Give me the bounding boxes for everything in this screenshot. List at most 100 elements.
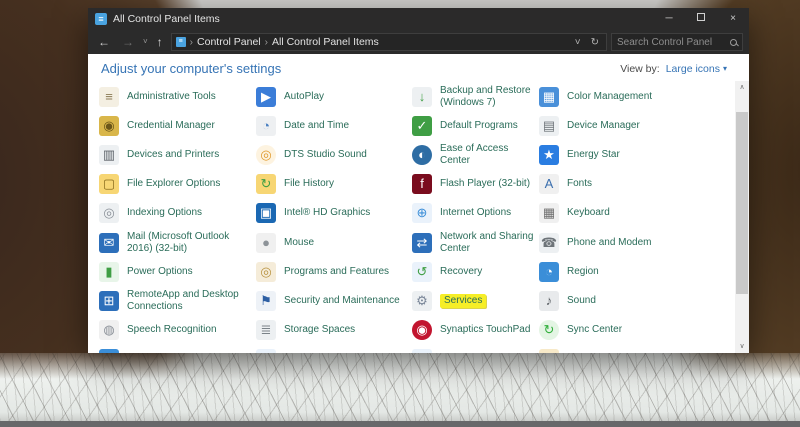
history-dropdown-icon[interactable]: ˅ — [142, 31, 149, 53]
breadcrumb-separator-icon: › — [190, 37, 193, 48]
item-administrative-tools[interactable]: ≡ Administrative Tools — [99, 82, 256, 111]
item-backup-and-restore-windows-7[interactable]: ↓ Backup and Restore (Windows 7) — [412, 82, 539, 111]
ease-of-access-center-icon: ◐ — [412, 145, 432, 165]
default-programs-icon: ✓ — [412, 116, 432, 136]
item-recovery[interactable]: ↺ Recovery — [412, 257, 539, 286]
address-dropdown-icon[interactable]: ˅ — [572, 37, 584, 48]
breadcrumb-all-items[interactable]: All Control Panel Items — [272, 36, 379, 48]
autoplay-label: AutoPlay — [284, 91, 324, 103]
item-credential-manager[interactable]: ◉ Credential Manager — [99, 111, 256, 140]
speech-recognition-label: Speech Recognition — [127, 324, 217, 336]
content-area: Adjust your computer's settings View by:… — [88, 54, 749, 353]
item-indexing-options[interactable]: ◎ Indexing Options — [99, 199, 256, 228]
item-remoteapp-and-desktop-connections[interactable]: ⊞ RemoteApp and Desktop Connections — [99, 286, 256, 315]
page-title: Adjust your computer's settings — [101, 61, 620, 76]
item-mail-microsoft-outlook-2016-32-bit[interactable]: ✉ Mail (Microsoft Outlook 2016) (32-bit) — [99, 228, 256, 257]
control-panel-icon: ≡ — [95, 13, 107, 25]
system-icon: ✓ — [99, 349, 119, 353]
taskbar-and-navigation-icon: ▭ — [256, 349, 276, 353]
item-power-options[interactable]: ▮ Power Options — [99, 257, 256, 286]
item-dts-studio-sound[interactable]: ◎ DTS Studio Sound — [256, 140, 412, 169]
file-explorer-options-icon: ▢ — [99, 174, 119, 194]
storage-spaces-icon: ≣ — [256, 320, 276, 340]
view-by-dropdown[interactable]: Large icons — [666, 63, 720, 75]
item-keyboard[interactable]: ▦ Keyboard — [539, 199, 733, 228]
search-box[interactable] — [611, 33, 743, 51]
item-default-programs[interactable]: ✓ Default Programs — [412, 111, 539, 140]
breadcrumb[interactable]: ≡ › Control Panel › All Control Panel It… — [171, 33, 607, 51]
item-device-manager[interactable]: ▤ Device Manager — [539, 111, 733, 140]
item-ease-of-access-center[interactable]: ◐ Ease of Access Center — [412, 140, 539, 169]
item-intel-hd-graphics[interactable]: ▣ Intel® HD Graphics — [256, 199, 412, 228]
item-mouse[interactable]: ● Mouse — [256, 228, 412, 257]
content-header: Adjust your computer's settings View by:… — [88, 54, 749, 80]
refresh-icon[interactable]: ↻ — [588, 37, 602, 48]
item-services[interactable]: ⚙ Services — [412, 286, 539, 315]
item-troubleshooting[interactable]: ▣ Troubleshooting — [412, 345, 539, 353]
item-flash-player-32-bit[interactable]: f Flash Player (32-bit) — [412, 170, 539, 199]
sound-icon: ♪ — [539, 291, 559, 311]
item-color-management[interactable]: ▦ Color Management — [539, 82, 733, 111]
address-bar: ← → ˅ ↑ ≡ › Control Panel › All Control … — [88, 30, 749, 54]
control-panel-window: ≡ All Control Panel Items ─ × ← → ˅ ↑ ≡ … — [88, 8, 749, 353]
item-storage-spaces[interactable]: ≣ Storage Spaces — [256, 316, 412, 345]
item-sync-center[interactable]: ↻ Sync Center — [539, 316, 733, 345]
window-title: All Control Panel Items — [113, 13, 653, 25]
scrollbar-thumb[interactable] — [736, 112, 748, 294]
item-system[interactable]: ✓ System — [99, 345, 256, 353]
item-file-explorer-options[interactable]: ▢ File Explorer Options — [99, 170, 256, 199]
scroll-down-icon[interactable]: ∨ — [739, 340, 744, 353]
back-icon[interactable]: ← — [94, 31, 114, 53]
close-button[interactable]: × — [717, 8, 749, 30]
forward-icon[interactable]: → — [118, 31, 138, 53]
file-explorer-options-label: File Explorer Options — [127, 178, 220, 190]
device-manager-icon: ▤ — [539, 116, 559, 136]
troubleshooting-icon: ▣ — [412, 349, 432, 353]
item-speech-recognition[interactable]: ◍ Speech Recognition — [99, 316, 256, 345]
backup-and-restore-windows-7-label: Backup and Restore (Windows 7) — [440, 85, 539, 109]
item-user-accounts[interactable]: ☻ User Accounts — [539, 345, 733, 353]
item-fonts[interactable]: A Fonts — [539, 170, 733, 199]
scrollbar-track[interactable] — [735, 94, 749, 340]
item-date-and-time[interactable]: ◔ Date and Time — [256, 111, 412, 140]
mouse-icon: ● — [256, 233, 276, 253]
item-internet-options[interactable]: ⊕ Internet Options — [412, 199, 539, 228]
minimize-button[interactable]: ─ — [653, 8, 685, 30]
keyboard-label: Keyboard — [567, 207, 610, 219]
item-region[interactable]: ◔ Region — [539, 257, 733, 286]
breadcrumb-control-panel[interactable]: Control Panel — [197, 36, 261, 48]
region-icon: ◔ — [539, 262, 559, 282]
synaptics-touchpad-icon: ◉ — [412, 320, 432, 340]
item-devices-and-printers[interactable]: ▥ Devices and Printers — [99, 140, 256, 169]
item-autoplay[interactable]: ▶ AutoPlay — [256, 82, 412, 111]
item-network-and-sharing-center[interactable]: ⇄ Network and Sharing Center — [412, 228, 539, 257]
date-and-time-icon: ◔ — [256, 116, 276, 136]
intel-hd-graphics-label: Intel® HD Graphics — [284, 207, 370, 219]
power-options-label: Power Options — [127, 266, 193, 278]
remoteapp-and-desktop-connections-label: RemoteApp and Desktop Connections — [127, 289, 256, 313]
sound-label: Sound — [567, 295, 596, 307]
item-phone-and-modem[interactable]: ☎ Phone and Modem — [539, 228, 733, 257]
item-sound[interactable]: ♪ Sound — [539, 286, 733, 315]
item-file-history[interactable]: ↻ File History — [256, 170, 412, 199]
internet-options-label: Internet Options — [440, 207, 511, 219]
vertical-scrollbar[interactable]: ∧ ∨ — [735, 81, 749, 353]
credential-manager-label: Credential Manager — [127, 120, 215, 132]
item-energy-star[interactable]: ★ Energy Star — [539, 140, 733, 169]
recovery-icon: ↺ — [412, 262, 432, 282]
up-icon[interactable]: ↑ — [153, 31, 167, 53]
item-taskbar-and-navigation[interactable]: ▭ Taskbar and Navigation — [256, 345, 412, 353]
search-input[interactable] — [617, 37, 726, 48]
item-programs-and-features[interactable]: ◎ Programs and Features — [256, 257, 412, 286]
scroll-up-icon[interactable]: ∧ — [739, 81, 744, 94]
maximize-button[interactable] — [685, 8, 717, 30]
item-security-and-maintenance[interactable]: ⚑ Security and Maintenance — [256, 286, 412, 315]
search-icon[interactable] — [730, 39, 737, 46]
item-synaptics-touchpad[interactable]: ◉ Synaptics TouchPad — [412, 316, 539, 345]
programs-and-features-icon: ◎ — [256, 262, 276, 282]
view-by-caret-icon[interactable]: ▾ — [723, 64, 727, 73]
flash-player-32-bit-icon: f — [412, 174, 432, 194]
color-management-label: Color Management — [567, 91, 652, 103]
title-bar[interactable]: ≡ All Control Panel Items ─ × — [88, 8, 749, 30]
backup-and-restore-windows-7-icon: ↓ — [412, 87, 432, 107]
